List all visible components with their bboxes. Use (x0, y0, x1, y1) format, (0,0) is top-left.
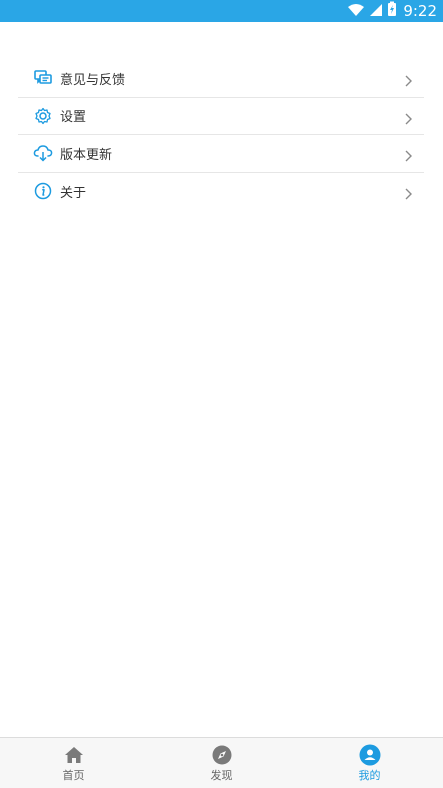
home-icon (63, 744, 85, 766)
cloud-download-icon (33, 143, 53, 163)
menu-item-about[interactable]: 关于 (18, 173, 424, 211)
menu-list: 意见与反馈 设置 版本更新 关于 (18, 60, 424, 210)
nav-label: 发现 (210, 769, 233, 782)
compass-icon (211, 744, 233, 766)
chevron-right-icon (402, 110, 414, 125)
status-icons: 9:22 (347, 0, 437, 22)
info-icon (33, 181, 53, 201)
feedback-icon (33, 68, 53, 88)
status-bar: 9:22 (0, 0, 443, 22)
nav-label: 首页 (62, 769, 85, 782)
menu-item-label: 意见与反馈 (60, 72, 126, 88)
menu-item-label: 关于 (60, 185, 87, 201)
cell-signal-icon (369, 2, 383, 21)
menu-item-label: 设置 (60, 110, 87, 126)
menu-item-update[interactable]: 版本更新 (18, 135, 424, 173)
chevron-right-icon (402, 147, 414, 162)
gear-icon (33, 106, 53, 126)
chevron-right-icon (402, 72, 414, 87)
menu-item-feedback[interactable]: 意见与反馈 (18, 60, 424, 98)
nav-item-home[interactable]: 首页 (0, 738, 147, 788)
wifi-icon (347, 2, 365, 21)
status-time: 9:22 (403, 2, 437, 20)
chevron-right-icon (402, 185, 414, 200)
nav-item-discover[interactable]: 发现 (148, 738, 295, 788)
user-icon (359, 744, 381, 766)
menu-item-label: 版本更新 (60, 147, 113, 163)
nav-item-me[interactable]: 我的 (296, 738, 443, 788)
bottom-nav: 首页 发现 我的 (0, 737, 443, 788)
battery-charging-icon (387, 1, 397, 21)
nav-label: 我的 (358, 769, 381, 782)
menu-item-settings[interactable]: 设置 (18, 98, 424, 135)
